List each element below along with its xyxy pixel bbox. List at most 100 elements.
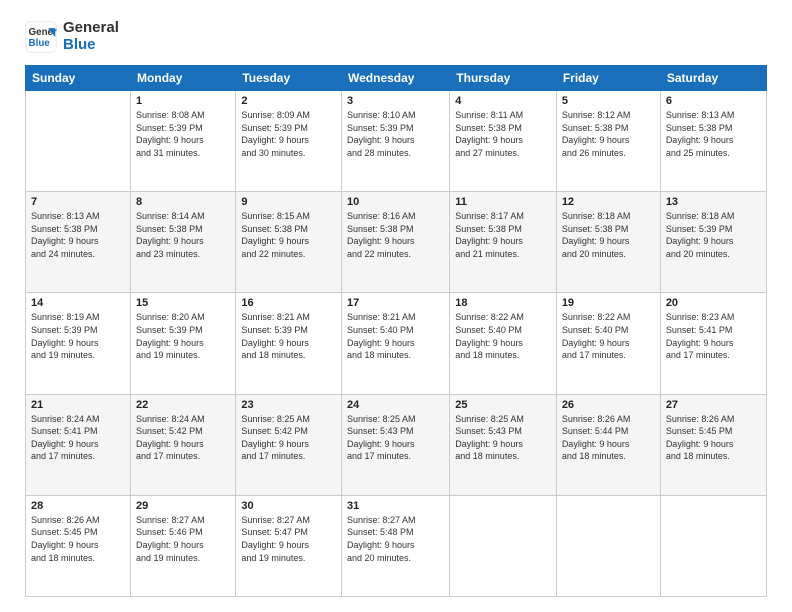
day-info: Sunrise: 8:27 AM Sunset: 5:46 PM Dayligh… bbox=[136, 514, 230, 564]
day-number: 26 bbox=[562, 399, 655, 411]
logo: General Blue General Blue bbox=[25, 20, 119, 53]
day-number: 3 bbox=[347, 95, 444, 107]
day-number: 17 bbox=[347, 297, 444, 309]
day-info: Sunrise: 8:23 AM Sunset: 5:41 PM Dayligh… bbox=[666, 311, 761, 361]
calendar-cell: 26 Sunrise: 8:26 AM Sunset: 5:44 PM Dayli… bbox=[556, 394, 660, 495]
calendar-cell: 3 Sunrise: 8:10 AM Sunset: 5:39 PM Daylig… bbox=[342, 91, 450, 192]
day-number: 30 bbox=[241, 500, 336, 512]
day-number: 25 bbox=[455, 399, 551, 411]
calendar-cell: 23 Sunrise: 8:25 AM Sunset: 5:42 PM Dayli… bbox=[236, 394, 342, 495]
day-info: Sunrise: 8:24 AM Sunset: 5:42 PM Dayligh… bbox=[136, 413, 230, 463]
day-info: Sunrise: 8:10 AM Sunset: 5:39 PM Dayligh… bbox=[347, 109, 444, 159]
day-number: 10 bbox=[347, 196, 444, 208]
calendar-cell: 17 Sunrise: 8:21 AM Sunset: 5:40 PM Dayli… bbox=[342, 293, 450, 394]
calendar-cell: 12Sunrise: 8:18 AM Sunset: 5:38 PM Dayli… bbox=[556, 192, 660, 293]
calendar-cell: 29 Sunrise: 8:27 AM Sunset: 5:46 PM Dayli… bbox=[131, 495, 236, 596]
day-number: 11 bbox=[455, 196, 551, 208]
day-number: 29 bbox=[136, 500, 230, 512]
day-info: Sunrise: 8:08 AM Sunset: 5:39 PM Dayligh… bbox=[136, 109, 230, 159]
weekday-header-row: SundayMondayTuesdayWednesdayThursdayFrid… bbox=[26, 66, 767, 91]
page: General Blue General Blue SundayMondayTu… bbox=[0, 0, 792, 612]
day-info: Sunrise: 8:25 AM Sunset: 5:43 PM Dayligh… bbox=[347, 413, 444, 463]
day-info: Sunrise: 8:21 AM Sunset: 5:39 PM Dayligh… bbox=[241, 311, 336, 361]
calendar-cell bbox=[26, 91, 131, 192]
calendar-cell bbox=[450, 495, 557, 596]
calendar-cell: 10 Sunrise: 8:16 AM Sunset: 5:38 PM Dayli… bbox=[342, 192, 450, 293]
day-number: 14 bbox=[31, 297, 125, 309]
day-info: Sunrise: 8:16 AM Sunset: 5:38 PM Dayligh… bbox=[347, 210, 444, 260]
day-number: 12 bbox=[562, 196, 655, 208]
day-info: Sunrise: 8:11 AM Sunset: 5:38 PM Dayligh… bbox=[455, 109, 551, 159]
day-number: 7 bbox=[31, 196, 125, 208]
calendar-cell: 1 Sunrise: 8:08 AM Sunset: 5:39 PM Daylig… bbox=[131, 91, 236, 192]
day-number: 18 bbox=[455, 297, 551, 309]
day-info: Sunrise: 8:14 AM Sunset: 5:38 PM Dayligh… bbox=[136, 210, 230, 260]
weekday-header-friday: Friday bbox=[556, 66, 660, 91]
week-row-3: 14 Sunrise: 8:19 AM Sunset: 5:39 PM Dayli… bbox=[26, 293, 767, 394]
day-info: Sunrise: 8:26 AM Sunset: 5:44 PM Dayligh… bbox=[562, 413, 655, 463]
calendar-cell: 7 Sunrise: 8:13 AM Sunset: 5:38 PM Daylig… bbox=[26, 192, 131, 293]
day-number: 8 bbox=[136, 196, 230, 208]
svg-text:Blue: Blue bbox=[29, 37, 51, 48]
weekday-header-wednesday: Wednesday bbox=[342, 66, 450, 91]
day-info: Sunrise: 8:12 AM Sunset: 5:38 PM Dayligh… bbox=[562, 109, 655, 159]
calendar-cell: 19Sunrise: 8:22 AM Sunset: 5:40 PM Dayli… bbox=[556, 293, 660, 394]
logo-icon: General Blue bbox=[25, 21, 57, 53]
calendar-cell: 22 Sunrise: 8:24 AM Sunset: 5:42 PM Dayli… bbox=[131, 394, 236, 495]
day-info: Sunrise: 8:13 AM Sunset: 5:38 PM Dayligh… bbox=[666, 109, 761, 159]
day-number: 22 bbox=[136, 399, 230, 411]
day-number: 31 bbox=[347, 500, 444, 512]
calendar-cell: 21 Sunrise: 8:24 AM Sunset: 5:41 PM Dayli… bbox=[26, 394, 131, 495]
day-info: Sunrise: 8:26 AM Sunset: 5:45 PM Dayligh… bbox=[666, 413, 761, 463]
day-info: Sunrise: 8:21 AM Sunset: 5:40 PM Dayligh… bbox=[347, 311, 444, 361]
day-info: Sunrise: 8:25 AM Sunset: 5:42 PM Dayligh… bbox=[241, 413, 336, 463]
calendar-table: SundayMondayTuesdayWednesdayThursdayFrid… bbox=[25, 65, 767, 597]
calendar-cell: 8 Sunrise: 8:14 AM Sunset: 5:38 PM Daylig… bbox=[131, 192, 236, 293]
week-row-5: 28Sunrise: 8:26 AM Sunset: 5:45 PM Dayli… bbox=[26, 495, 767, 596]
calendar-cell: 14 Sunrise: 8:19 AM Sunset: 5:39 PM Dayli… bbox=[26, 293, 131, 394]
calendar-cell: 18 Sunrise: 8:22 AM Sunset: 5:40 PM Dayli… bbox=[450, 293, 557, 394]
calendar-cell: 13 Sunrise: 8:18 AM Sunset: 5:39 PM Dayli… bbox=[660, 192, 766, 293]
calendar-cell: 16 Sunrise: 8:21 AM Sunset: 5:39 PM Dayli… bbox=[236, 293, 342, 394]
calendar-cell: 30Sunrise: 8:27 AM Sunset: 5:47 PM Dayli… bbox=[236, 495, 342, 596]
day-info: Sunrise: 8:27 AM Sunset: 5:48 PM Dayligh… bbox=[347, 514, 444, 564]
day-info: Sunrise: 8:25 AM Sunset: 5:43 PM Dayligh… bbox=[455, 413, 551, 463]
calendar-cell: 20 Sunrise: 8:23 AM Sunset: 5:41 PM Dayli… bbox=[660, 293, 766, 394]
day-number: 5 bbox=[562, 95, 655, 107]
calendar-cell bbox=[556, 495, 660, 596]
day-info: Sunrise: 8:22 AM Sunset: 5:40 PM Dayligh… bbox=[455, 311, 551, 361]
calendar-cell: 25 Sunrise: 8:25 AM Sunset: 5:43 PM Dayli… bbox=[450, 394, 557, 495]
day-info: Sunrise: 8:13 AM Sunset: 5:38 PM Dayligh… bbox=[31, 210, 125, 260]
week-row-2: 7 Sunrise: 8:13 AM Sunset: 5:38 PM Daylig… bbox=[26, 192, 767, 293]
calendar-cell: 2 Sunrise: 8:09 AM Sunset: 5:39 PM Daylig… bbox=[236, 91, 342, 192]
day-number: 6 bbox=[666, 95, 761, 107]
weekday-header-sunday: Sunday bbox=[26, 66, 131, 91]
day-number: 1 bbox=[136, 95, 230, 107]
day-number: 19 bbox=[562, 297, 655, 309]
day-info: Sunrise: 8:17 AM Sunset: 5:38 PM Dayligh… bbox=[455, 210, 551, 260]
calendar-cell: 28Sunrise: 8:26 AM Sunset: 5:45 PM Dayli… bbox=[26, 495, 131, 596]
day-info: Sunrise: 8:15 AM Sunset: 5:38 PM Dayligh… bbox=[241, 210, 336, 260]
day-number: 2 bbox=[241, 95, 336, 107]
day-info: Sunrise: 8:18 AM Sunset: 5:39 PM Dayligh… bbox=[666, 210, 761, 260]
day-number: 20 bbox=[666, 297, 761, 309]
calendar-cell: 4Sunrise: 8:11 AM Sunset: 5:38 PM Daylig… bbox=[450, 91, 557, 192]
calendar-cell bbox=[660, 495, 766, 596]
day-info: Sunrise: 8:26 AM Sunset: 5:45 PM Dayligh… bbox=[31, 514, 125, 564]
day-number: 23 bbox=[241, 399, 336, 411]
day-info: Sunrise: 8:20 AM Sunset: 5:39 PM Dayligh… bbox=[136, 311, 230, 361]
calendar-cell: 27 Sunrise: 8:26 AM Sunset: 5:45 PM Dayli… bbox=[660, 394, 766, 495]
day-number: 21 bbox=[31, 399, 125, 411]
header: General Blue General Blue bbox=[25, 20, 767, 53]
day-info: Sunrise: 8:24 AM Sunset: 5:41 PM Dayligh… bbox=[31, 413, 125, 463]
logo-text: General Blue bbox=[63, 20, 119, 53]
calendar-cell: 11 Sunrise: 8:17 AM Sunset: 5:38 PM Dayli… bbox=[450, 192, 557, 293]
calendar-cell: 15 Sunrise: 8:20 AM Sunset: 5:39 PM Dayli… bbox=[131, 293, 236, 394]
day-number: 13 bbox=[666, 196, 761, 208]
day-info: Sunrise: 8:09 AM Sunset: 5:39 PM Dayligh… bbox=[241, 109, 336, 159]
day-info: Sunrise: 8:19 AM Sunset: 5:39 PM Dayligh… bbox=[31, 311, 125, 361]
day-number: 27 bbox=[666, 399, 761, 411]
day-number: 15 bbox=[136, 297, 230, 309]
calendar-cell: 31 Sunrise: 8:27 AM Sunset: 5:48 PM Dayli… bbox=[342, 495, 450, 596]
day-number: 16 bbox=[241, 297, 336, 309]
